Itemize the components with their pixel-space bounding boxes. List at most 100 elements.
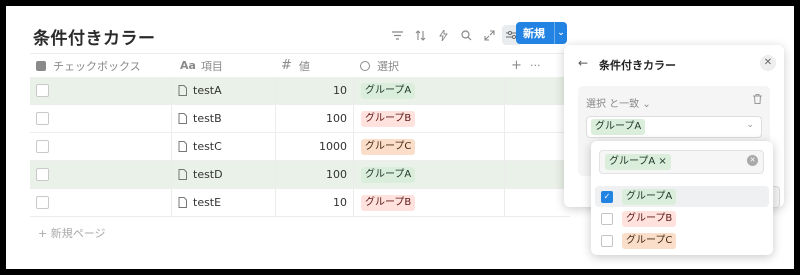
value-select[interactable]: グループA ⌄: [586, 116, 762, 138]
divider: [504, 133, 505, 160]
page-icon: [178, 113, 187, 124]
divider: [171, 77, 172, 104]
checkbox-column-icon: [36, 60, 46, 71]
trash-icon[interactable]: [753, 94, 762, 107]
divider: [171, 161, 172, 188]
column-select[interactable]: 選択: [360, 54, 399, 77]
search-tag[interactable]: グループA ×: [605, 154, 671, 170]
item-cell[interactable]: testB: [178, 105, 222, 132]
divider: [353, 105, 354, 132]
option-label: グループC: [622, 232, 677, 249]
column-checkbox-label: チェックボックス: [53, 59, 141, 73]
option-checkbox[interactable]: ✓: [601, 190, 613, 203]
page-icon: [178, 141, 187, 152]
divider: [353, 77, 354, 104]
table-row[interactable]: testC 1000 グループC: [30, 133, 570, 161]
table-body: testA 10 グループA testB 100 グループB testC 100…: [30, 77, 570, 217]
sort-icon[interactable]: [410, 25, 430, 45]
value-cell[interactable]: 100: [275, 161, 347, 188]
row-checkbox[interactable]: [36, 140, 49, 153]
select-type-icon: [360, 60, 370, 71]
item-name: testA: [193, 84, 222, 97]
select-tag: グループC: [361, 138, 416, 155]
option-label: グループB: [622, 210, 677, 227]
chevron-down-icon[interactable]: ⌄: [555, 28, 567, 38]
more-options-icon[interactable]: ···: [530, 54, 541, 77]
select-tag: グループA: [361, 82, 416, 99]
column-value[interactable]: # 値: [281, 54, 310, 77]
column-checkbox[interactable]: チェックボックス: [36, 54, 141, 77]
row-checkbox[interactable]: [36, 196, 49, 209]
item-name: testB: [193, 112, 222, 125]
value-dropdown: グループA × ✕ ✓ グループA グループB グループC: [591, 141, 773, 255]
table-row[interactable]: testE 10 グループB: [30, 189, 570, 217]
column-item[interactable]: Aa 項目: [180, 54, 223, 77]
table-row[interactable]: testD 100 グループA: [30, 161, 570, 189]
dropdown-option[interactable]: グループB: [595, 208, 769, 229]
select-cell[interactable]: グループB: [361, 189, 416, 216]
page-icon: [178, 85, 187, 96]
page-icon: [178, 169, 187, 180]
item-cell[interactable]: testC: [178, 133, 222, 160]
expand-icon[interactable]: [479, 25, 499, 45]
option-label: グループA: [622, 188, 677, 205]
rule-label[interactable]: 選択 と一致 ⌄: [586, 95, 651, 110]
table-row[interactable]: testA 10 グループA: [30, 77, 570, 105]
dropdown-option[interactable]: ✓ グループA: [595, 186, 769, 207]
table-row[interactable]: testB 100 グループB: [30, 105, 570, 133]
dropdown-search[interactable]: グループA × ✕: [599, 150, 764, 174]
divider: [353, 189, 354, 216]
item-cell[interactable]: testA: [178, 77, 222, 104]
value-cell[interactable]: 100: [275, 105, 347, 132]
new-button[interactable]: 新規 ⌄: [516, 22, 567, 44]
select-tag: グループB: [361, 194, 416, 211]
divider: [504, 105, 505, 132]
close-icon[interactable]: ✕: [760, 55, 776, 71]
value-cell[interactable]: 10: [275, 189, 347, 216]
select-cell[interactable]: グループB: [361, 105, 416, 132]
item-cell[interactable]: testD: [178, 161, 223, 188]
row-checkbox[interactable]: [36, 168, 49, 181]
select-cell[interactable]: グループA: [361, 161, 416, 188]
value-cell[interactable]: 10: [275, 77, 347, 104]
selected-value-tag: グループA: [591, 119, 646, 135]
add-column-button[interactable]: +: [511, 54, 522, 77]
select-cell[interactable]: グループA: [361, 77, 416, 104]
page-title: 条件付きカラー: [33, 29, 156, 49]
chevron-down-icon: ⌄: [746, 120, 754, 130]
option-checkbox[interactable]: [601, 212, 613, 225]
select-tag: グループA: [361, 166, 416, 183]
item-cell[interactable]: testE: [178, 189, 221, 216]
new-page-button[interactable]: + 新規ページ: [38, 225, 106, 241]
select-tag: グループB: [361, 110, 416, 127]
divider: [504, 189, 505, 216]
lightning-icon[interactable]: [433, 25, 453, 45]
text-type-icon: Aa: [180, 59, 196, 72]
new-button-label: 新規: [523, 27, 545, 40]
toolbar: [387, 25, 522, 45]
select-cell[interactable]: グループC: [361, 133, 416, 160]
search-icon[interactable]: [456, 25, 476, 45]
dropdown-option[interactable]: グループC: [595, 230, 769, 251]
column-value-label: 値: [298, 59, 310, 73]
item-name: testE: [193, 196, 222, 209]
panel-title: 条件付きカラー: [599, 59, 676, 72]
item-name: testC: [193, 140, 222, 153]
column-item-label: 項目: [200, 59, 223, 73]
value-cell[interactable]: 1000: [275, 133, 347, 160]
clear-icon[interactable]: ✕: [747, 155, 758, 166]
row-checkbox[interactable]: [36, 112, 49, 125]
divider: [171, 133, 172, 160]
app-window: 条件付きカラー 新規 ⌄ チェックボックス Aa 項目 # 値 選択 + ···…: [6, 6, 794, 269]
divider: [171, 189, 172, 216]
page-icon: [178, 197, 187, 208]
filter-icon[interactable]: [387, 25, 407, 45]
number-type-icon: #: [281, 58, 292, 73]
column-select-label: 選択: [377, 59, 399, 73]
divider: [353, 133, 354, 160]
divider: [353, 161, 354, 188]
divider: [171, 105, 172, 132]
row-checkbox[interactable]: [36, 84, 49, 97]
back-arrow-icon[interactable]: ←: [578, 56, 588, 70]
option-checkbox[interactable]: [601, 234, 613, 247]
